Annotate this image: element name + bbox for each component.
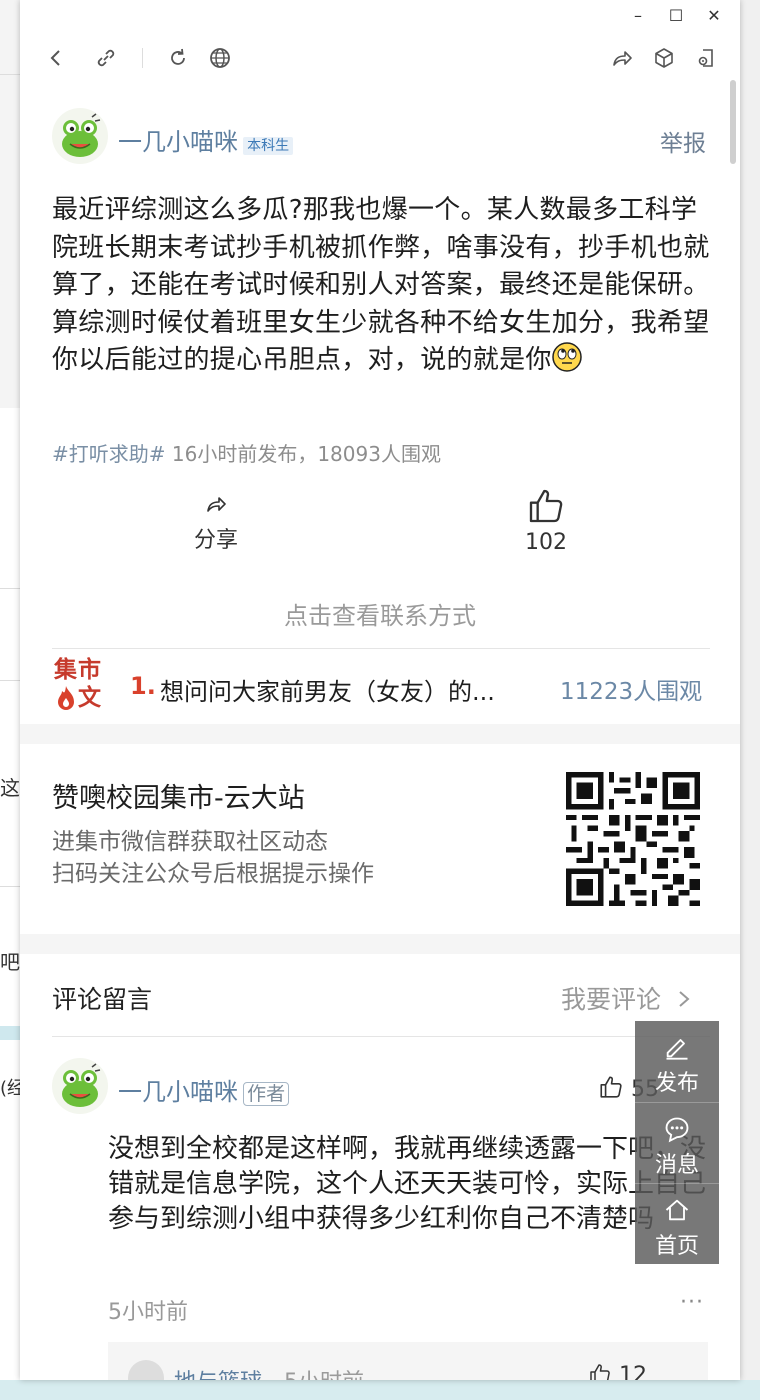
- background-divider: [0, 886, 20, 887]
- report-link[interactable]: 举报: [660, 124, 706, 158]
- share-icon[interactable]: [610, 46, 634, 70]
- divider: [52, 1036, 710, 1037]
- reply-time: 5小时前: [284, 1364, 364, 1380]
- write-comment-button[interactable]: 我要评论: [561, 980, 693, 1016]
- thumbs-up-icon: [590, 1364, 610, 1380]
- share-label: 分享: [193, 528, 238, 553]
- publish-button[interactable]: 发布: [635, 1021, 719, 1101]
- post-content: 最近评综测这么多瓜?那我也爆一个。某人数最多工科学院班长期末考试抄手机被抓作弊，…: [52, 192, 714, 380]
- hot-rank: 1.: [130, 672, 156, 700]
- background-highlight: [0, 1026, 20, 1040]
- reader-icon[interactable]: [694, 46, 718, 70]
- background-text: 这: [0, 776, 20, 800]
- frog-avatar-icon: [62, 113, 101, 157]
- view-contact-button[interactable]: 点击查看联系方式: [20, 596, 740, 631]
- section-gap: [20, 934, 740, 954]
- comment-avatar[interactable]: [52, 1058, 108, 1114]
- link-icon[interactable]: [94, 46, 118, 70]
- publish-label: 发布: [654, 1071, 699, 1096]
- student-badge: 本科生: [243, 137, 294, 155]
- section-gap: [20, 724, 740, 744]
- comments-title: 评论留言: [52, 985, 153, 1014]
- reply-author-name[interactable]: 地与篮球: [174, 1364, 262, 1380]
- market-hot-logo: 集市 文: [54, 656, 110, 712]
- post-text: 最近评综测这么多瓜?那我也爆一个。某人数最多工科学院班长期末考试抄手机被抓作弊，…: [52, 195, 710, 375]
- author-badge: 作者: [243, 1082, 290, 1106]
- scrollbar-thumb[interactable]: [730, 80, 736, 164]
- share-arrow-icon: [207, 497, 226, 512]
- topic-tag[interactable]: #打听求助#: [52, 442, 166, 466]
- chat-bubble-icon: [665, 1117, 689, 1143]
- messages-button[interactable]: 消息: [635, 1102, 719, 1183]
- eye-roll-emoji-icon: [551, 342, 582, 372]
- minimize-button[interactable]: –: [618, 4, 658, 28]
- promo-line-1: 进集市微信群获取社区动态: [52, 829, 328, 855]
- toolbar-divider: [142, 48, 143, 68]
- home-icon: [665, 1199, 689, 1221]
- promo-line-2: 扫码关注公众号后根据提示操作: [52, 861, 374, 887]
- home-label: 首页: [654, 1234, 699, 1259]
- comment-author-name[interactable]: 一几小喵咪: [118, 1078, 238, 1106]
- avatar[interactable]: [52, 108, 108, 164]
- comment-time: 5小时前: [108, 1300, 188, 1325]
- toolbar: [20, 40, 740, 76]
- promo-title: 赞噢校园集市-云大站: [52, 783, 305, 814]
- chevron-right-icon: [679, 991, 690, 1007]
- thumbs-up-icon: [529, 489, 563, 523]
- frog-avatar-icon: [62, 1063, 101, 1107]
- floating-menu: 发布 消息 首页: [635, 1021, 719, 1264]
- background-divider: [0, 74, 20, 75]
- reply-like-count: 12: [619, 1363, 647, 1380]
- comment-author-row: 一几小喵咪 作者: [118, 1072, 290, 1107]
- post-window: – ☐ ✕ 一几小喵咪 本科生 举报 最近评综测这么多瓜?那我也爆一个。某人数最…: [20, 0, 740, 1380]
- hot-logo-line2: 文: [78, 685, 101, 711]
- divider: [52, 648, 710, 649]
- hot-post-views: 11223人围观: [560, 679, 703, 705]
- background-text: 吧: [0, 950, 20, 974]
- hot-logo-line1: 集市: [54, 657, 102, 683]
- comment-text: 没想到全校都是这样啊，我就再继续透露一下吧，没错就是信息学院，这个人还天天装可怜…: [108, 1134, 707, 1234]
- like-count: 102: [525, 530, 567, 555]
- post-author-name[interactable]: 一几小喵咪: [118, 128, 238, 156]
- qr-code: [566, 772, 700, 906]
- back-icon[interactable]: [44, 46, 68, 70]
- taskbar: [0, 1380, 760, 1400]
- like-button[interactable]: 102: [506, 486, 586, 555]
- refresh-icon[interactable]: [166, 46, 190, 70]
- post-meta-text: 16小时前发布，18093人围观: [171, 442, 441, 466]
- hot-post-title[interactable]: 想问问大家前男友（女友）的...: [160, 672, 495, 707]
- post-meta: #打听求助# 16小时前发布，18093人围观: [52, 438, 441, 467]
- thumbs-up-icon: [600, 1076, 622, 1098]
- globe-icon[interactable]: [208, 46, 232, 70]
- messages-label: 消息: [654, 1153, 699, 1178]
- post-author-row: 一几小喵咪 本科生: [118, 122, 294, 157]
- share-button[interactable]: 分享: [176, 492, 256, 554]
- fire-icon: [58, 686, 74, 710]
- home-button[interactable]: 首页: [635, 1183, 719, 1264]
- write-comment-label: 我要评论: [561, 985, 662, 1014]
- pencil-icon: [666, 1039, 688, 1060]
- close-button[interactable]: ✕: [694, 4, 734, 28]
- cube-icon[interactable]: [652, 46, 676, 70]
- background-divider: [0, 588, 20, 589]
- more-options-button[interactable]: ···: [680, 1290, 704, 1315]
- reply-like-button[interactable]: 12: [588, 1362, 647, 1380]
- background-divider: [0, 680, 20, 681]
- maximize-button[interactable]: ☐: [658, 4, 694, 28]
- window-controls: – ☐ ✕: [618, 4, 734, 28]
- background-panel: [0, 408, 20, 1380]
